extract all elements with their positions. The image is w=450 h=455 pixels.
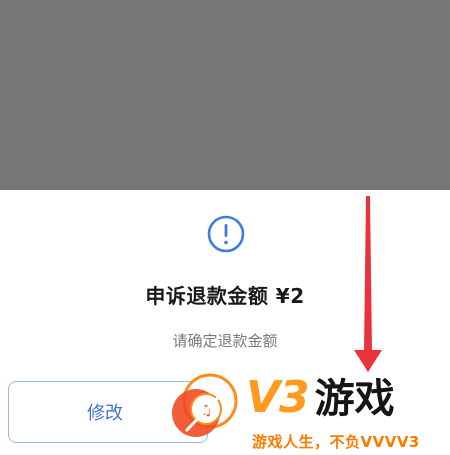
modal-backdrop[interactable]	[0, 0, 450, 190]
v3-logo-icon: ♫	[172, 373, 238, 437]
info-circle-icon	[207, 215, 245, 253]
v3-watermark: ♫ V3游戏 游戏人生，不负VVVV3	[160, 365, 450, 455]
v3-slogan: 游戏人生，不负VVVV3	[252, 433, 420, 451]
refund-amount-title: 申诉退款金额 ¥2	[145, 284, 305, 308]
v3-brand-text: V3 游戏	[246, 372, 395, 423]
refund-confirm-subtitle: 请确定退款金额	[172, 332, 278, 350]
